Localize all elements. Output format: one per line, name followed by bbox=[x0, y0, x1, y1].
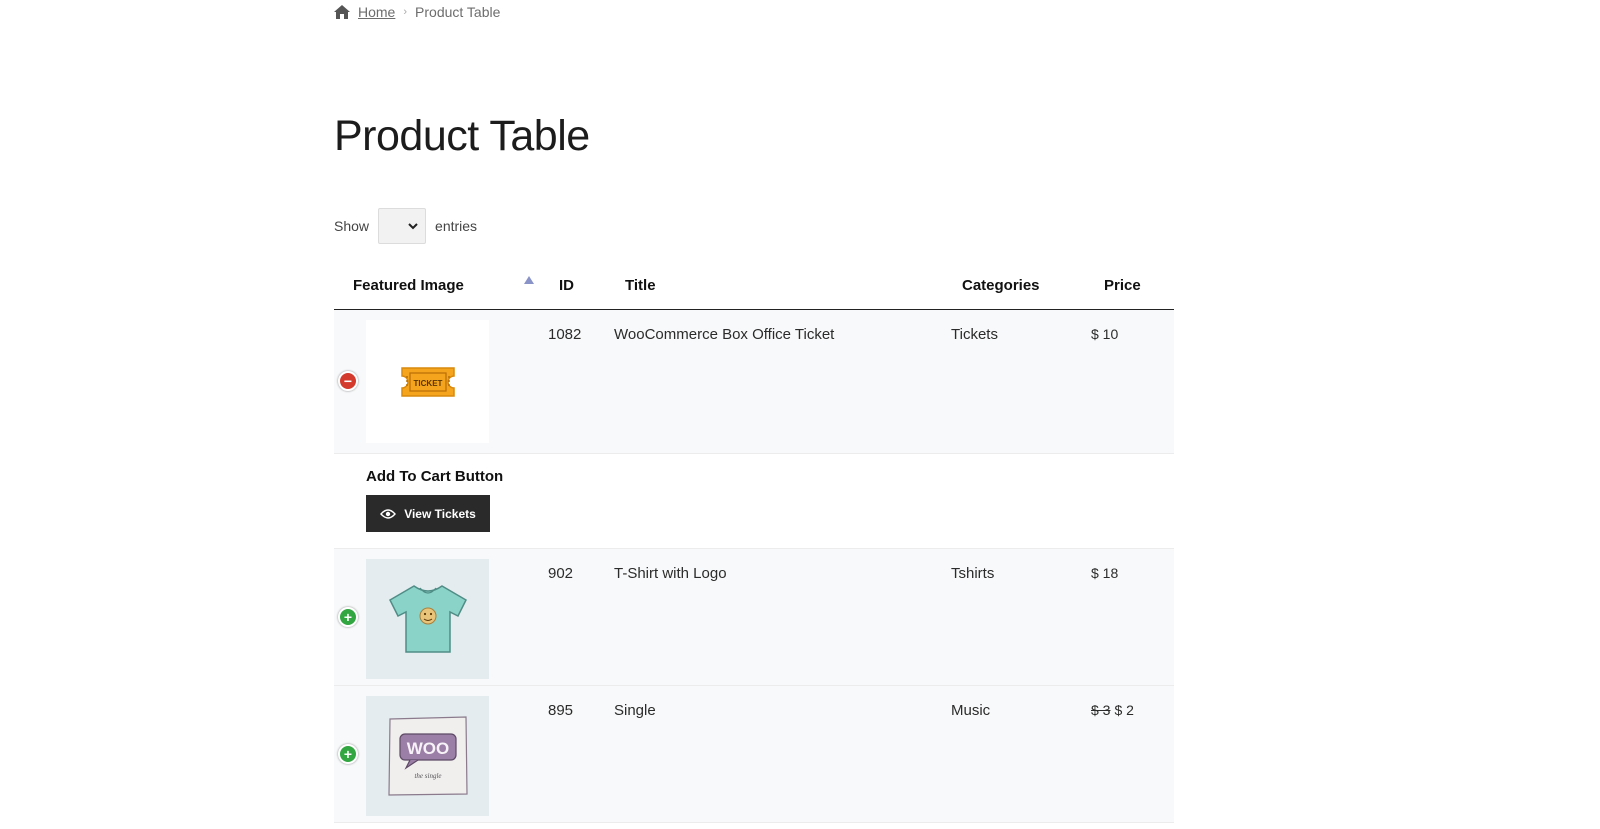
view-tickets-button[interactable]: View Tickets bbox=[366, 495, 490, 532]
svg-text:WOO: WOO bbox=[406, 739, 449, 758]
product-price: $ 3 $ 2 bbox=[1091, 702, 1134, 718]
row-details: Add To Cart Button View Tickets bbox=[334, 454, 1174, 549]
product-title: Single bbox=[614, 702, 656, 719]
product-title: WooCommerce Box Office Ticket bbox=[614, 326, 835, 343]
product-thumbnail[interactable]: TICKET bbox=[366, 320, 489, 443]
svg-text:TICKET: TICKET bbox=[413, 379, 442, 388]
product-old-price: $ 3 bbox=[1091, 702, 1111, 718]
eye-icon bbox=[380, 508, 397, 519]
woo-album-icon: WOO the single bbox=[387, 716, 468, 796]
add-to-cart-label: Add To Cart Button bbox=[366, 468, 504, 485]
expand-row-button[interactable]: + bbox=[338, 607, 358, 627]
tshirt-icon bbox=[388, 585, 467, 653]
product-thumbnail[interactable]: WOO the single bbox=[366, 696, 489, 816]
column-header-categories[interactable]: Categories bbox=[962, 277, 1040, 294]
product-table: Featured Image ID Title Categories Price… bbox=[334, 262, 1174, 823]
sort-ascending-icon bbox=[524, 276, 534, 284]
product-id: 895 bbox=[548, 702, 574, 719]
entries-label: entries bbox=[435, 218, 478, 234]
table-row: − TICKET 1082 WooCommerce Box Office Tic… bbox=[334, 310, 1174, 454]
table-row: + 902 T-Shirt with Logo Tshirts $ 18 bbox=[334, 549, 1174, 686]
column-header-id[interactable]: ID bbox=[559, 277, 574, 294]
chevron-right-icon: › bbox=[403, 6, 408, 18]
page-title: Product Table bbox=[334, 112, 590, 160]
show-entries-control: Show entries bbox=[334, 208, 477, 244]
product-category: Tickets bbox=[951, 326, 998, 343]
expand-row-button[interactable]: + bbox=[338, 744, 358, 764]
breadcrumb: Home › Product Table bbox=[334, 4, 500, 20]
product-category: Music bbox=[951, 702, 991, 719]
table-row: + WOO the single 895 Single Music $ 3 $ 2 bbox=[334, 686, 1174, 823]
page: Home › Product Table Product Table Show … bbox=[0, 0, 1600, 829]
product-thumbnail[interactable] bbox=[366, 559, 489, 679]
product-price: $ 10 bbox=[1091, 326, 1119, 342]
breadcrumb-home-link[interactable]: Home bbox=[358, 4, 395, 20]
collapse-row-button[interactable]: − bbox=[338, 371, 358, 391]
product-price: $ 18 bbox=[1091, 565, 1119, 581]
column-header-featured-image[interactable]: Featured Image bbox=[353, 277, 464, 294]
entries-select[interactable] bbox=[378, 208, 427, 244]
product-title: T-Shirt with Logo bbox=[614, 565, 727, 582]
table-header: Featured Image ID Title Categories Price bbox=[334, 262, 1174, 310]
product-sale-price: $ 2 bbox=[1114, 702, 1134, 718]
breadcrumb-current: Product Table bbox=[415, 4, 501, 20]
product-category: Tshirts bbox=[951, 565, 995, 582]
column-header-price[interactable]: Price bbox=[1104, 277, 1141, 294]
product-id: 1082 bbox=[548, 326, 582, 343]
home-icon bbox=[334, 5, 350, 19]
show-label: Show bbox=[334, 218, 370, 234]
chevron-down-icon bbox=[408, 222, 418, 229]
product-id: 902 bbox=[548, 565, 574, 582]
view-tickets-label: View Tickets bbox=[404, 506, 476, 521]
svg-text:the single: the single bbox=[414, 772, 441, 780]
column-header-title[interactable]: Title bbox=[625, 277, 656, 294]
ticket-icon: TICKET bbox=[400, 366, 455, 397]
